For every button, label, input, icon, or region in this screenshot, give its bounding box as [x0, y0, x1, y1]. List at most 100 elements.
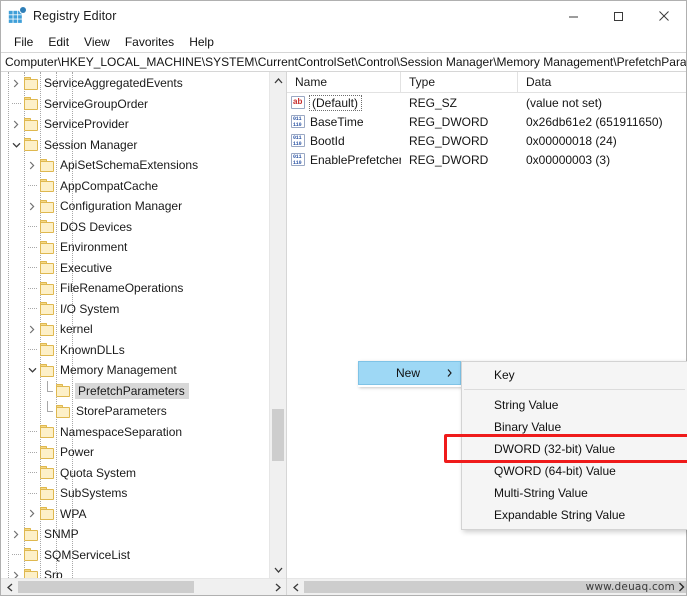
chevron-down-icon[interactable] — [24, 360, 40, 380]
scroll-down-icon[interactable] — [270, 561, 286, 578]
column-header-name[interactable]: Name — [287, 72, 401, 92]
value-row[interactable]: (Default) REG_SZ (value not set) — [287, 93, 686, 112]
chevron-right-icon[interactable] — [8, 524, 24, 544]
chevron-right-icon[interactable] — [24, 155, 40, 175]
folder-icon — [40, 343, 55, 357]
folder-icon — [40, 179, 55, 193]
dword-value-icon — [291, 115, 305, 128]
value-row[interactable]: EnablePrefetcher REG_DWORD 0x00000003 (3) — [287, 150, 686, 169]
folder-icon — [40, 466, 55, 480]
tree-item[interactable]: DOS Devices — [1, 217, 269, 238]
value-row[interactable]: BaseTime REG_DWORD 0x26db61e2 (651911650) — [287, 112, 686, 131]
tree-item-label: FileRenameOperations — [60, 281, 184, 296]
tree-item-label: Session Manager — [44, 137, 138, 152]
menu-help[interactable]: Help — [182, 33, 222, 51]
tree-branch-line — [24, 308, 40, 310]
tree-branch-line — [40, 401, 56, 421]
tree-item-label: Configuration Manager — [60, 199, 183, 214]
tree-item[interactable]: Executive — [1, 258, 269, 279]
tree-item[interactable]: Quota System — [1, 463, 269, 484]
tree-item-label: AppCompatCache — [60, 178, 159, 193]
submenu-item-multi-string-value[interactable]: Multi-String Value — [462, 482, 687, 504]
tree-item[interactable]: SubSystems — [1, 483, 269, 504]
tree-item-label: SubSystems — [60, 486, 128, 501]
chevron-right-icon[interactable] — [24, 504, 40, 524]
scroll-left-icon[interactable] — [1, 579, 18, 595]
folder-icon — [56, 404, 71, 418]
registry-editor-window: Registry Editor File Edit View Favorites… — [0, 0, 687, 596]
chevron-right-icon[interactable] — [8, 114, 24, 134]
tree-scroll-thumb[interactable] — [272, 409, 284, 461]
tree-branch-line — [24, 492, 40, 494]
submenu-item-dword-32bit-value[interactable]: DWORD (32-bit) Value — [462, 438, 687, 460]
tree-item[interactable]: ServiceGroupOrder — [1, 94, 269, 115]
column-header-type[interactable]: Type — [401, 72, 518, 92]
tree-item[interactable]: NamespaceSeparation — [1, 422, 269, 443]
tree-item[interactable]: SNMP — [1, 524, 269, 545]
tree-item[interactable]: ServiceProvider — [1, 114, 269, 135]
value-data: (value not set) — [526, 95, 603, 110]
tree-horizontal-scrollbar[interactable] — [1, 578, 286, 595]
tree-item[interactable]: ServiceAggregatedEvents — [1, 73, 269, 94]
submenu-item-binary-value[interactable]: Binary Value — [462, 416, 687, 438]
tree-item[interactable]: kernel — [1, 319, 269, 340]
folder-icon — [40, 486, 55, 500]
tree-item-label: I/O System — [60, 301, 120, 316]
tree-item[interactable]: FileRenameOperations — [1, 278, 269, 299]
tree-hscroll-track[interactable] — [18, 579, 269, 595]
folder-icon — [40, 199, 55, 213]
menu-edit[interactable]: Edit — [41, 33, 77, 51]
chevron-right-icon[interactable] — [24, 319, 40, 339]
tree-hscroll-thumb[interactable] — [18, 581, 194, 593]
tree-item[interactable]: Configuration Manager — [1, 196, 269, 217]
submenu-item-qword-64bit-value[interactable]: QWORD (64-bit) Value — [462, 460, 687, 482]
tree-item[interactable]: PrefetchParameters — [1, 380, 269, 402]
tree-item[interactable]: ApiSetSchemaExtensions — [1, 155, 269, 176]
scroll-right-icon[interactable] — [269, 579, 286, 595]
context-menu-item-new[interactable]: New — [358, 361, 461, 385]
registry-path: Computer\HKEY_LOCAL_MACHINE\SYSTEM\Curre… — [5, 55, 686, 69]
minimize-icon[interactable] — [551, 1, 596, 31]
chevron-right-icon — [678, 582, 685, 592]
caption-buttons — [551, 1, 686, 31]
close-icon[interactable] — [641, 1, 686, 31]
menu-file[interactable]: File — [7, 33, 41, 51]
chevron-right-icon[interactable] — [8, 73, 24, 93]
tree-item[interactable]: Environment — [1, 237, 269, 258]
folder-icon — [24, 117, 39, 131]
address-bar[interactable]: Computer\HKEY_LOCAL_MACHINE\SYSTEM\Curre… — [1, 52, 686, 72]
chevron-right-icon[interactable] — [8, 565, 24, 578]
site-watermark: www.deuaq.com — [586, 581, 685, 593]
value-name: BootId — [310, 133, 345, 148]
scroll-left-icon[interactable] — [287, 579, 304, 595]
tree-item[interactable]: SQMServiceList — [1, 545, 269, 566]
value-row[interactable]: BootId REG_DWORD 0x00000018 (24) — [287, 131, 686, 150]
submenu-item-string-value[interactable]: String Value — [462, 394, 687, 416]
scroll-up-icon[interactable] — [270, 72, 286, 89]
chevron-down-icon[interactable] — [8, 135, 24, 155]
tree-branch-line — [24, 267, 40, 269]
title-bar: Registry Editor — [1, 1, 686, 31]
submenu-item-expandable-string-value[interactable]: Expandable String Value — [462, 504, 687, 526]
tree-item[interactable]: Memory Management — [1, 360, 269, 381]
dword-value-icon — [291, 134, 305, 147]
tree-item[interactable]: I/O System — [1, 299, 269, 320]
submenu-item-key[interactable]: Key — [462, 364, 687, 386]
tree-item[interactable]: KnownDLLs — [1, 340, 269, 361]
tree-item[interactable]: Srp — [1, 565, 269, 578]
value-name: EnablePrefetcher — [310, 152, 401, 167]
chevron-right-icon[interactable] — [24, 196, 40, 216]
context-menu-parent-label: New — [396, 366, 421, 380]
tree-vertical-scrollbar[interactable] — [269, 72, 286, 578]
tree-scroll-track[interactable] — [270, 89, 286, 561]
tree-item[interactable]: StoreParameters — [1, 401, 269, 422]
tree-item[interactable]: WPA — [1, 504, 269, 525]
maximize-icon[interactable] — [596, 1, 641, 31]
menu-view[interactable]: View — [77, 33, 118, 51]
tree-item[interactable]: Session Manager — [1, 135, 269, 156]
tree-item[interactable]: AppCompatCache — [1, 176, 269, 197]
tree-item[interactable]: Power — [1, 442, 269, 463]
column-header-data[interactable]: Data — [518, 72, 686, 92]
menu-favorites[interactable]: Favorites — [118, 33, 182, 51]
value-type: REG_DWORD — [409, 152, 489, 167]
